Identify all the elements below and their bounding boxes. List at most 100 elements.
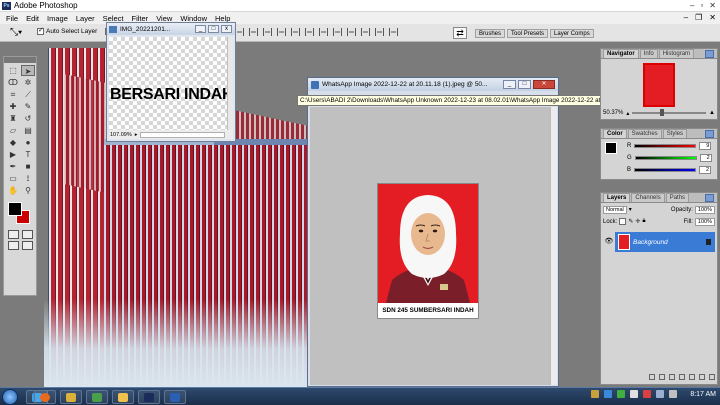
align-right-icon[interactable] (305, 28, 314, 36)
tab-info[interactable]: Info (639, 49, 658, 58)
color-panel-foreground-swatch[interactable] (605, 142, 617, 154)
palette-well-icon[interactable]: ⇄ (453, 27, 467, 39)
blue-channel-value[interactable]: 2 (699, 166, 712, 174)
maximize-icon[interactable]: ▫ (700, 1, 703, 10)
chevron-down-icon[interactable]: ▾ (629, 206, 632, 213)
move-tool-icon[interactable]: ➤ (21, 65, 35, 76)
taskbar-folder-app[interactable] (60, 390, 82, 404)
tab-styles[interactable]: Styles (662, 129, 688, 138)
zoom-in-icon[interactable]: ▲ (709, 110, 715, 116)
blur-tool-icon[interactable]: ◆ (6, 137, 20, 148)
doc-minimize-icon[interactable]: – (684, 13, 688, 22)
healing-brush-tool-icon[interactable]: ✚ (6, 101, 20, 112)
small-window-title-bar[interactable]: IMG_20221201... _ □ x (107, 23, 235, 35)
taskbar-media[interactable] (86, 390, 108, 404)
small-window-vertical-scrollbar[interactable] (227, 37, 233, 131)
trash-icon[interactable] (709, 374, 715, 380)
panel-menu-icon[interactable] (705, 194, 714, 202)
align-hcenter-icon[interactable] (291, 28, 300, 36)
tray-volume-icon[interactable] (669, 390, 678, 398)
align-vcenter-icon[interactable] (249, 28, 258, 36)
hand-tool-icon[interactable]: ✋ (6, 185, 20, 196)
tab-navigator[interactable]: Navigator (603, 49, 639, 58)
small-window-zoom[interactable]: 107.09% (110, 132, 132, 138)
full-screen-menu-mode-icon[interactable] (22, 241, 33, 250)
align-bottom-icon[interactable] (263, 28, 272, 36)
layer-row-background[interactable]: 👁︎ Background (603, 232, 715, 252)
status-menu-icon[interactable]: ▸ (135, 132, 138, 138)
navigator-zoom-value[interactable]: 50.37% (603, 110, 623, 116)
notes-tool-icon[interactable]: ▭ (6, 173, 20, 184)
tab-swatches[interactable]: Swatches (627, 129, 662, 138)
red-channel-slider[interactable] (634, 144, 697, 148)
gradient-tool-icon[interactable]: ▤ (21, 125, 35, 136)
layer-mask-icon[interactable] (669, 374, 675, 380)
main-maximize-icon[interactable]: □ (518, 80, 531, 89)
new-layer-icon[interactable] (699, 374, 705, 380)
lock-pixels-icon[interactable]: ✎ (628, 218, 633, 225)
tray-alert-icon[interactable] (643, 390, 652, 398)
path-selection-tool-icon[interactable]: ▶ (6, 149, 20, 160)
crop-tool-icon[interactable]: ⌗ (6, 89, 20, 100)
green-channel-value[interactable]: 2 (699, 154, 712, 162)
distribute-left-icon[interactable] (361, 28, 370, 36)
layer-style-icon[interactable] (659, 374, 665, 380)
align-left-icon[interactable] (277, 28, 286, 36)
auto-select-layer-option[interactable]: Auto Select Layer (37, 26, 113, 35)
main-close-icon[interactable]: ✕ (533, 80, 555, 89)
taskbar-clock[interactable]: 8:17 AM (690, 391, 716, 398)
main-window-title-bar[interactable]: WhatsApp Image 2022-12-22 at 20.11.18 (1… (308, 78, 558, 91)
small-maximize-icon[interactable]: □ (208, 25, 219, 33)
start-button[interactable] (2, 389, 18, 405)
marquee-tool-icon[interactable]: ⬚ (6, 65, 20, 76)
fill-value[interactable]: 100% (694, 217, 715, 226)
pen-tool-icon[interactable]: ✒ (6, 161, 20, 172)
green-channel-slider[interactable] (634, 156, 697, 160)
tab-layers[interactable]: Layers (603, 193, 631, 202)
lock-position-icon[interactable]: ✛ (635, 218, 640, 225)
well-tab-tool-presets[interactable]: Tool Presets (507, 29, 549, 38)
menu-edit[interactable]: Edit (22, 14, 43, 23)
menu-file[interactable]: File (2, 14, 22, 23)
distribute-right-icon[interactable] (389, 28, 398, 36)
align-top-icon[interactable] (235, 28, 244, 36)
tab-color[interactable]: Color (603, 129, 627, 138)
navigator-zoom-slider[interactable] (632, 109, 707, 116)
zoom-out-icon[interactable]: ▴ (626, 110, 629, 117)
taskbar-explorer[interactable] (112, 390, 134, 404)
opacity-value[interactable]: 100% (694, 205, 715, 214)
new-group-icon[interactable] (689, 374, 695, 380)
navigator-thumbnail[interactable] (643, 63, 675, 107)
history-brush-tool-icon[interactable]: ↺ (21, 113, 35, 124)
shape-tool-icon[interactable]: ■ (21, 161, 35, 172)
move-tool-preset-icon[interactable]: ⤡▾ (10, 27, 22, 38)
taskbar-word[interactable] (164, 390, 186, 404)
menu-layer[interactable]: Layer (72, 14, 99, 23)
red-channel-value[interactable]: 9 (699, 142, 712, 150)
eyedropper-tool-icon[interactable]: ⟟ (21, 173, 35, 184)
zoom-slider-knob[interactable] (660, 109, 665, 116)
foreground-color-swatch[interactable] (8, 202, 22, 216)
tray-security-icon[interactable] (617, 390, 626, 398)
panel-menu-icon[interactable] (705, 50, 714, 58)
layer-name[interactable]: Background (633, 239, 668, 246)
tab-paths[interactable]: Paths (665, 193, 690, 202)
eraser-tool-icon[interactable]: ▱ (6, 125, 20, 136)
distribute-bottom-icon[interactable] (347, 28, 356, 36)
minimize-icon[interactable]: – (690, 1, 694, 10)
lock-transparency-icon[interactable] (619, 218, 627, 225)
clone-stamp-tool-icon[interactable]: ♜ (6, 113, 20, 124)
taskbar-firefox[interactable] (34, 390, 56, 404)
well-tab-brushes[interactable]: Brushes (475, 29, 506, 38)
small-close-icon[interactable]: x (221, 25, 232, 33)
student-photo[interactable]: SDN 245 SUMBERSARI INDAH (377, 183, 479, 319)
tab-channels[interactable]: Channels (631, 193, 665, 202)
brush-tool-icon[interactable]: ✎ (21, 101, 35, 112)
tab-histogram[interactable]: Histogram (658, 49, 695, 58)
slice-tool-icon[interactable]: ⟋ (21, 89, 35, 100)
type-tool-icon[interactable]: T (21, 149, 35, 160)
well-tab-layer-comps[interactable]: Layer Comps (550, 29, 594, 38)
taskbar-photoshop[interactable] (138, 390, 160, 404)
adjustment-layer-icon[interactable] (679, 374, 685, 380)
standard-screen-mode-icon[interactable] (8, 241, 19, 250)
